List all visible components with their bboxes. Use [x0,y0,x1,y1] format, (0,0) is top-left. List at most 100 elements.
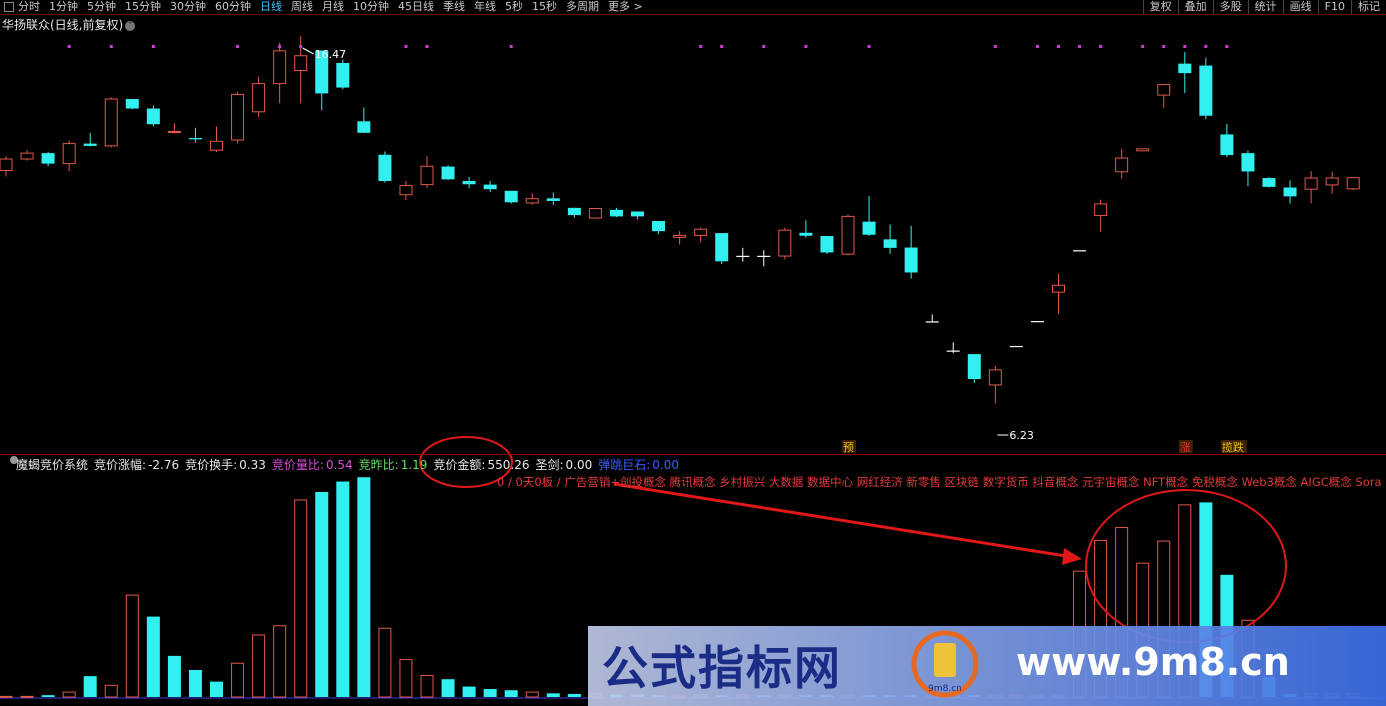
candle-body-54 [1136,148,1150,152]
candle-body-42 [883,239,897,248]
callout-arrow-head [1062,548,1082,565]
volume-bar-6 [125,594,139,698]
volume-bar-9 [188,669,202,697]
candle-body-43 [904,247,918,273]
volume-bar-21 [441,679,455,697]
candle-body-25 [525,198,539,204]
watermark-logo-text: 9m8.cn [928,684,962,694]
volume-bar-15 [315,491,329,697]
candle-body-5 [104,98,118,147]
pane-divider [0,454,1386,455]
candle-body-59 [1241,153,1255,172]
volume-bar-18 [378,627,392,698]
candle-body-9 [188,138,202,140]
indicator-name: 魔蝎竞价系统 [16,458,89,472]
candle-body-30 [631,211,644,217]
marker-dot-12 [804,45,808,48]
marker-dot-2 [151,45,155,48]
candle-body-10 [210,140,223,151]
marker-dot-9 [699,45,703,48]
marker-dot-14 [993,45,997,48]
candle-body-63 [1325,177,1339,186]
marker-dot-23 [1225,45,1229,48]
candle-body-1 [20,152,34,160]
marker-dot-5 [299,45,303,48]
candle-body-37 [778,229,792,257]
volume-bar-0 [0,695,13,698]
indicator-value-1: 0.33 [239,458,266,472]
candle-body-41 [862,221,876,235]
volume-bar-24 [504,690,518,697]
marker-dot-3 [236,45,240,48]
candle-body-24 [504,190,518,203]
candle-body-60 [1262,178,1276,187]
marker-dot-4 [278,45,282,48]
volume-bar-8 [167,655,181,697]
volume-bar-7 [146,616,160,697]
candle-body-33 [694,228,708,236]
candle-body-62 [1304,177,1318,190]
high-price-pointer [302,47,314,55]
indicator-item-3: 竞昨比: 1.19 [359,458,428,472]
candle-body-28 [588,208,602,219]
candle-body-4 [83,143,97,146]
marker-dot-15 [1035,45,1039,48]
indicator-header: 魔蝎竞价系统 竞价涨幅: -2.76 竞价换手: 0.33 竞价量比: 0.54 竞昨比: 1.… [16,456,685,473]
volume-bar-20 [420,675,434,698]
indicator-item-1: 竞价换手: 0.33 [185,458,266,472]
candle-body-57 [1199,65,1213,116]
candle-body-53 [1115,157,1129,173]
marker-dot-17 [1078,45,1082,48]
marker-dot-0 [67,45,71,48]
candle-body-7 [146,108,160,125]
volume-bar-4 [83,676,97,697]
indicator-label-6: 弹跳巨石: [598,458,651,472]
volume-bar-27 [567,693,581,697]
indicator-label-1: 竞价换手: [185,458,238,472]
candle-body-64 [1346,177,1360,190]
signal-2: 揽跌 [1222,440,1244,454]
marker-dot-18 [1099,45,1103,48]
volume-bar-5 [104,684,118,698]
watermark-banner: 公式指标网 9m8.cn www.9m8.cn [588,626,1386,706]
candle-body-13 [273,50,287,85]
marker-dot-11 [762,45,766,48]
candles-layer [0,36,1360,404]
volume-bar-19 [399,659,413,698]
candle-body-16 [336,62,350,88]
volume-bar-22 [462,686,476,697]
watermark-logo-icon: 9m8.cn [911,630,979,698]
candle-body-29 [609,209,623,217]
indicator-label-3: 竞昨比: [358,458,399,472]
indicator-item-2: 竞价量比: 0.54 [272,458,353,472]
candle-body-50 [1052,284,1065,293]
concept-tags: 0 / 0天0板 / 广告营销+创投概念 腾讯概念 乡村振兴 大数据 数据中心 … [497,475,1382,489]
marker-dot-6 [404,45,408,48]
marker-dot-16 [1057,45,1060,48]
high-price-label: 16.47 [315,48,347,61]
kline-chart: 16.47 6.23 预 涨 揽跌 [0,36,1386,699]
volume-bar-3 [62,691,76,698]
indicator-label-2: 竞价量比: [271,458,324,472]
candle-body-40 [841,215,855,255]
marker-dot-22 [1204,45,1208,48]
signal-1: 涨 [1180,441,1191,454]
candle-body-6 [125,99,139,109]
candle-body-27 [567,207,581,216]
volume-bar-25 [525,691,539,698]
signal-0: 预 [843,441,854,454]
top-markers-layer [67,45,1229,48]
volume-bar-14 [294,499,308,698]
candle-body-11 [231,93,245,141]
candle-body-20 [420,165,434,186]
marker-dot-1 [109,45,113,48]
marker-dot-21 [1183,45,1187,48]
volume-bar-26 [546,693,560,697]
callout-arrow-line [613,482,1073,559]
volume-bar-16 [336,481,350,697]
watermark-cn: 公式指标网 [602,641,842,695]
indicator-item-5: 圣剑: 0.00 [535,458,592,472]
candle-body-17 [357,121,371,133]
volume-bar-2 [41,695,55,697]
watermark-url: www.9m8.cn [1016,640,1290,684]
